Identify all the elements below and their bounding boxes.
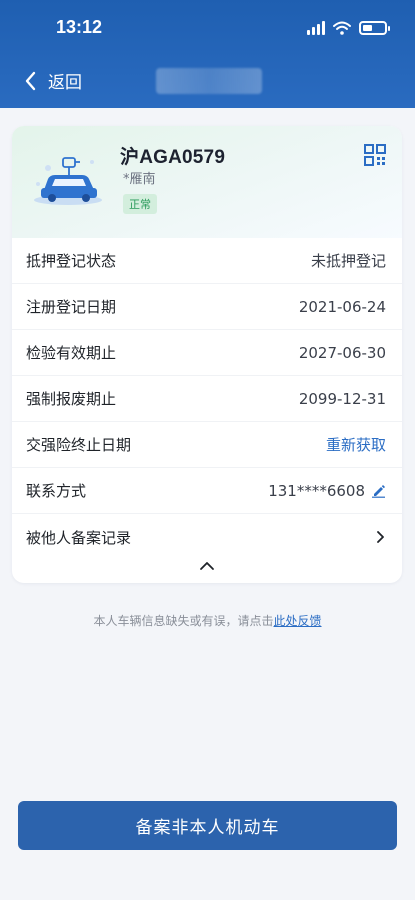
electric-car-icon: [34, 157, 102, 205]
qr-code-icon[interactable]: [364, 144, 386, 166]
detail-row-insurance-expiry: 交强险终止日期 重新获取: [12, 422, 402, 468]
detail-label: 联系方式: [26, 482, 87, 500]
register-other-vehicle-button[interactable]: 备案非本人机动车: [18, 801, 397, 850]
detail-label: 检验有效期止: [26, 344, 117, 362]
detail-row-registration-date: 注册登记日期 2021-06-24: [12, 284, 402, 330]
contact-value-group: 131****6608: [268, 482, 386, 500]
detail-label: 被他人备案记录: [26, 528, 132, 547]
battery-icon: [359, 21, 390, 35]
status-icons: [307, 18, 390, 38]
detail-row-records[interactable]: 被他人备案记录: [12, 514, 402, 560]
detail-value: 未抵押登记: [310, 252, 386, 270]
detail-value: 2099-12-31: [298, 389, 386, 408]
vehicle-details: 抵押登记状态 未抵押登记 注册登记日期 2021-06-24 检验有效期止 20…: [12, 238, 402, 560]
status-time: 13:12: [56, 17, 103, 37]
feedback-note: 本人车辆信息缺失或有误，请点击此处反馈: [0, 612, 415, 629]
vehicle-model: *雁南: [123, 172, 156, 187]
status-badge: 正常: [123, 194, 157, 214]
back-label: 返回: [48, 73, 82, 93]
detail-row-scrap-deadline: 强制报废期止 2099-12-31: [12, 376, 402, 422]
vehicle-card-header: 沪AGA0579 *雁南 正常: [12, 126, 402, 238]
chevron-left-icon: [25, 71, 36, 90]
chevron-right-icon: [377, 531, 384, 543]
detail-row-contact: 联系方式 131****6608: [12, 468, 402, 514]
vehicle-card: 沪AGA0579 *雁南 正常 抵押登记状态 未抵押登记 注册登记日期 2021…: [12, 126, 402, 583]
detail-value: 2021-06-24: [298, 297, 386, 316]
detail-label: 抵押登记状态: [26, 252, 117, 270]
detail-label: 交强险终止日期: [26, 436, 132, 454]
detail-label: 强制报废期止: [26, 390, 117, 408]
detail-value: 2027-06-30: [298, 343, 386, 362]
top-bar: 13:12 返回: [0, 0, 415, 108]
plate-number: 沪AGA0579: [120, 147, 226, 168]
detail-label: 注册登记日期: [26, 298, 117, 316]
detail-row-inspection-expiry: 检验有效期止 2027-06-30: [12, 330, 402, 376]
cellular-signal-icon: [307, 21, 325, 35]
blurred-title: [156, 68, 262, 94]
feedback-text: 本人车辆信息缺失或有误，请点击: [93, 614, 274, 628]
chevron-up-icon[interactable]: [197, 559, 217, 573]
wifi-icon: [333, 21, 351, 35]
phone-number: 131****6608: [268, 481, 365, 500]
feedback-link[interactable]: 此处反馈: [274, 614, 322, 628]
back-button[interactable]: 返回: [22, 68, 82, 93]
refresh-link[interactable]: 重新获取: [326, 434, 386, 455]
detail-row-mortgage: 抵押登记状态 未抵押登记: [12, 238, 402, 284]
edit-icon[interactable]: [371, 483, 386, 498]
